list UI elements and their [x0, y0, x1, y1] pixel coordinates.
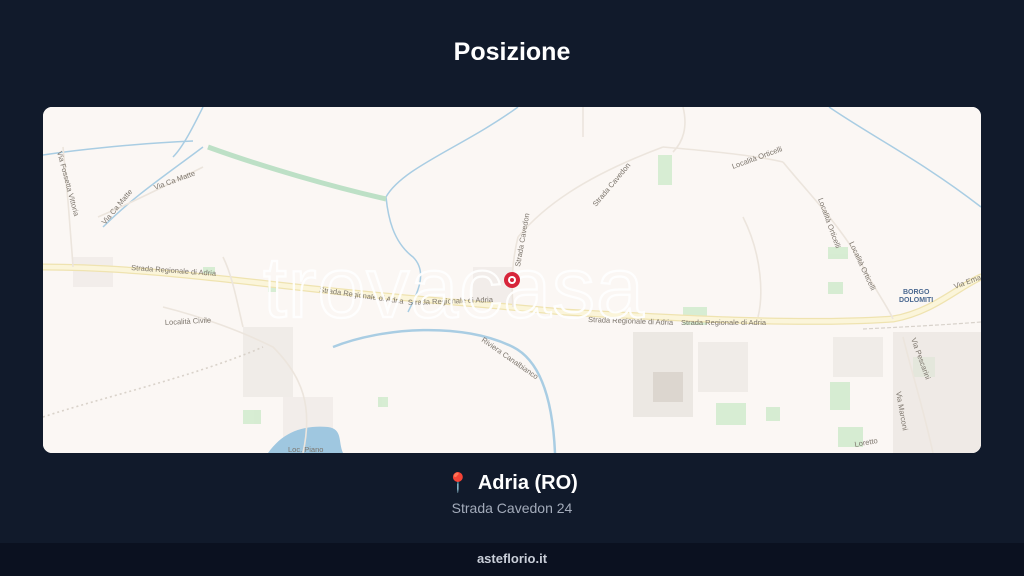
- map[interactable]: Strada Regionale di Adria Strada Regiona…: [43, 107, 981, 453]
- label-strada-regionale-east2: Strada Regionale di Adria: [681, 318, 767, 327]
- address-text: Strada Cavedon 24: [451, 500, 573, 516]
- location-city: 📍 Adria (RO): [0, 471, 1024, 495]
- footer: asteflorio.it: [0, 543, 1024, 576]
- map-pin-icon: 📍: [446, 473, 470, 494]
- label-dolomiti: DOLOMITI: [899, 297, 933, 304]
- watermark-logo: trovacasa: [263, 240, 645, 336]
- page-title: Posizione: [453, 38, 571, 66]
- label-loc-piano: Loc. Piano: [288, 445, 323, 453]
- city-label: Adria (RO): [477, 472, 578, 494]
- map-canvas[interactable]: Strada Regionale di Adria Strada Regiona…: [43, 107, 981, 453]
- footer-site-link[interactable]: asteflorio.it: [477, 543, 547, 574]
- label-borgo: BORGO: [903, 289, 930, 296]
- location-marker-icon[interactable]: [504, 272, 520, 288]
